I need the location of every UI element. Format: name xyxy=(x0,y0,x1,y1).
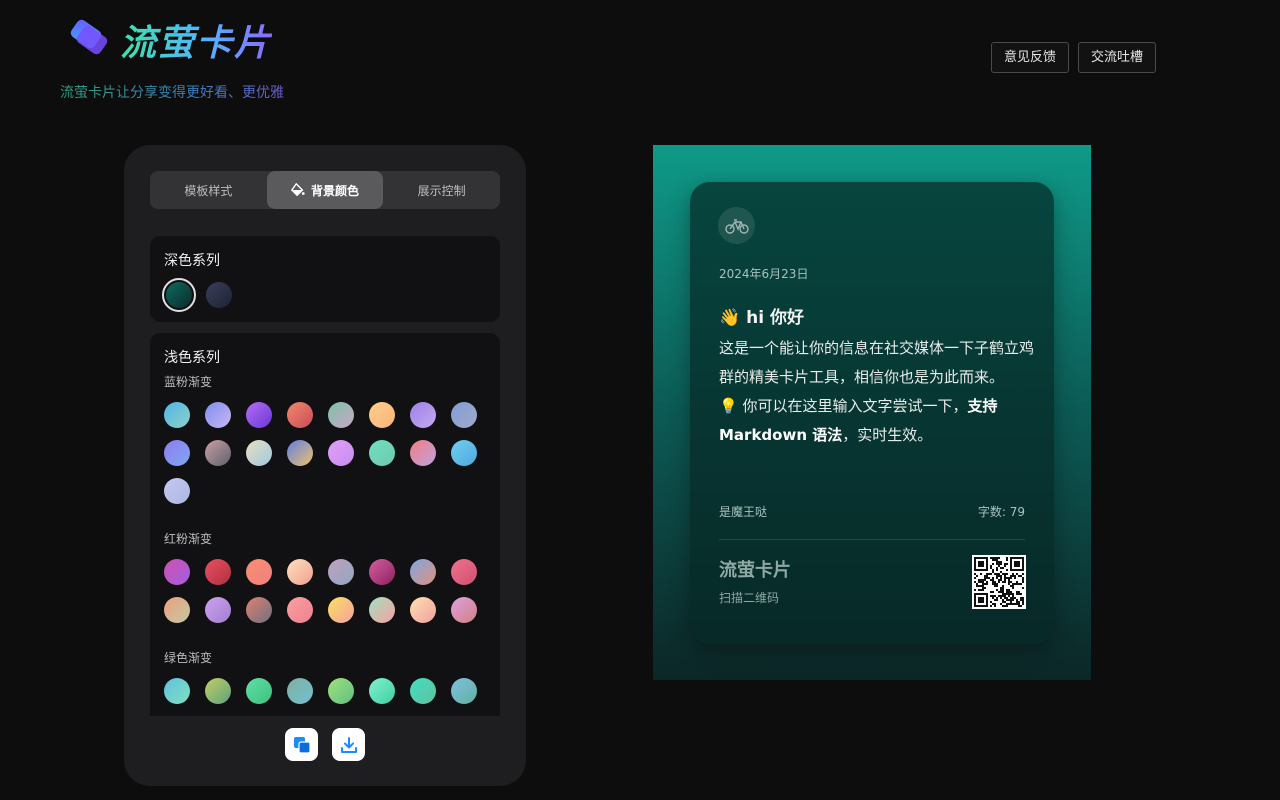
section-title: 深色系列 xyxy=(164,253,220,269)
app-logo-text: 流萤卡片 xyxy=(120,14,272,66)
gradient-color-swatch[interactable] xyxy=(451,440,477,466)
feedback-button[interactable]: 意见反馈 xyxy=(991,42,1070,73)
gradient-color-swatch[interactable] xyxy=(205,559,231,585)
card-scan-label: 扫描二维码 xyxy=(719,591,780,605)
gradient-color-swatch[interactable] xyxy=(410,678,436,704)
card-heading-text: hi 你好 xyxy=(746,308,804,328)
gradient-color-swatch[interactable] xyxy=(410,402,436,428)
color-group-title: 绿色渐变 xyxy=(164,651,213,665)
card-author: 是魔王哒 xyxy=(719,505,768,519)
card-heading: 👋 hi 你好 xyxy=(719,303,804,328)
gradient-color-swatch[interactable] xyxy=(451,402,477,428)
gradient-color-swatch[interactable] xyxy=(164,678,190,704)
tab-template-style[interactable]: 模板样式 xyxy=(150,171,267,209)
card-body-text: 💡 你可以在这里输入文字尝试一下， xyxy=(719,397,968,415)
card-body-text: ，实时生效。 xyxy=(842,426,933,444)
color-group-title: 红粉渐变 xyxy=(164,532,213,546)
color-swatch-row xyxy=(164,402,486,504)
gradient-color-swatch[interactable] xyxy=(246,440,272,466)
section-title: 浅色系列 xyxy=(164,350,220,366)
gradient-color-swatch[interactable] xyxy=(246,559,272,585)
paint-bucket-icon xyxy=(291,183,305,197)
gradient-color-swatch[interactable] xyxy=(328,597,354,623)
chat-button[interactable]: 交流吐槽 xyxy=(1078,42,1157,73)
logo-icon xyxy=(66,18,108,55)
download-button[interactable] xyxy=(332,728,365,761)
color-scroll-area[interactable]: 深色系列 浅色系列 蓝粉渐变红粉渐变绿色渐变 xyxy=(150,236,500,716)
gradient-color-swatch[interactable] xyxy=(205,678,231,704)
qr-code xyxy=(972,555,1026,609)
avatar xyxy=(718,207,755,244)
card-body: 这是一个能让你的信息在社交媒体一下子鹤立鸡群的精美卡片工具，相信你也是为此而来。… xyxy=(719,334,1035,450)
gradient-color-swatch[interactable] xyxy=(287,678,313,704)
color-swatch-row xyxy=(164,678,486,704)
tab-display-control[interactable]: 展示控制 xyxy=(383,171,500,209)
tab-label: 模板样式 xyxy=(184,183,233,198)
light-series-section: 浅色系列 蓝粉渐变红粉渐变绿色渐变 xyxy=(150,333,500,716)
gradient-color-swatch[interactable] xyxy=(451,559,477,585)
gradient-color-swatch[interactable] xyxy=(205,597,231,623)
gradient-color-swatch[interactable] xyxy=(164,478,190,504)
gradient-color-swatch[interactable] xyxy=(246,402,272,428)
tab-label: 背景颜色 xyxy=(311,183,360,198)
copy-icon xyxy=(293,736,311,754)
gradient-color-swatch[interactable] xyxy=(287,597,313,623)
gradient-color-swatch[interactable] xyxy=(328,402,354,428)
card-preview: 2024年6月23日 👋 hi 你好 这是一个能让你的信息在社交媒体一下子鹤立鸡… xyxy=(690,182,1054,644)
tagline: 流萤卡片让分享变得更好看、更优雅 xyxy=(60,82,284,102)
gradient-color-swatch[interactable] xyxy=(246,678,272,704)
copy-image-button[interactable] xyxy=(285,728,318,761)
gradient-color-swatch[interactable] xyxy=(164,402,190,428)
gradient-color-swatch[interactable] xyxy=(205,440,231,466)
gradient-color-swatch[interactable] xyxy=(164,559,190,585)
tab-label: 展示控制 xyxy=(417,183,466,198)
card-date: 2024年6月23日 xyxy=(719,267,809,281)
gradient-color-swatch[interactable] xyxy=(369,402,395,428)
gradient-color-swatch[interactable] xyxy=(287,402,313,428)
tab-background-color[interactable]: 背景颜色 xyxy=(266,171,384,209)
color-group-title: 蓝粉渐变 xyxy=(164,375,213,389)
dark-color-swatch[interactable] xyxy=(162,278,196,312)
card-word-count: 字数: 79 xyxy=(977,505,1025,519)
bicycle-icon xyxy=(724,218,749,234)
gradient-color-swatch[interactable] xyxy=(328,678,354,704)
gradient-color-swatch[interactable] xyxy=(328,559,354,585)
gradient-color-swatch[interactable] xyxy=(205,402,231,428)
settings-tabs: 模板样式 背景颜色 展示控制 xyxy=(150,171,500,209)
download-icon xyxy=(340,736,357,753)
gradient-color-swatch[interactable] xyxy=(451,678,477,704)
gradient-color-swatch[interactable] xyxy=(410,559,436,585)
color-swatch-row xyxy=(164,559,486,623)
card-brand: 流萤卡片 xyxy=(719,560,791,581)
light-groups: 蓝粉渐变红粉渐变绿色渐变 xyxy=(164,373,486,716)
dark-color-swatch[interactable] xyxy=(206,282,232,308)
card-divider xyxy=(719,539,1025,540)
gradient-color-swatch[interactable] xyxy=(164,440,190,466)
dark-swatch-row xyxy=(162,278,486,312)
gradient-color-swatch[interactable] xyxy=(369,440,395,466)
gradient-color-swatch[interactable] xyxy=(164,597,190,623)
card-body-paragraph: 💡 你可以在这里输入文字尝试一下，支持 Markdown 语法，实时生效。 xyxy=(719,392,1035,450)
dark-series-section: 深色系列 xyxy=(150,236,500,322)
gradient-color-swatch[interactable] xyxy=(410,597,436,623)
gradient-color-swatch[interactable] xyxy=(287,559,313,585)
gradient-color-swatch[interactable] xyxy=(451,597,477,623)
gradient-color-swatch[interactable] xyxy=(246,597,272,623)
gradient-color-swatch[interactable] xyxy=(369,559,395,585)
settings-panel: 模板样式 背景颜色 展示控制 深色系列 浅色系列 蓝粉渐变红粉渐变绿色渐变 xyxy=(124,145,526,786)
gradient-color-swatch[interactable] xyxy=(410,440,436,466)
wave-emoji: 👋 xyxy=(719,308,741,328)
gradient-color-swatch[interactable] xyxy=(369,678,395,704)
gradient-color-swatch[interactable] xyxy=(287,440,313,466)
gradient-color-swatch[interactable] xyxy=(369,597,395,623)
card-preview-background: 2024年6月23日 👋 hi 你好 这是一个能让你的信息在社交媒体一下子鹤立鸡… xyxy=(653,145,1091,680)
gradient-color-swatch[interactable] xyxy=(328,440,354,466)
card-body-paragraph: 这是一个能让你的信息在社交媒体一下子鹤立鸡群的精美卡片工具，相信你也是为此而来。 xyxy=(719,339,1035,386)
